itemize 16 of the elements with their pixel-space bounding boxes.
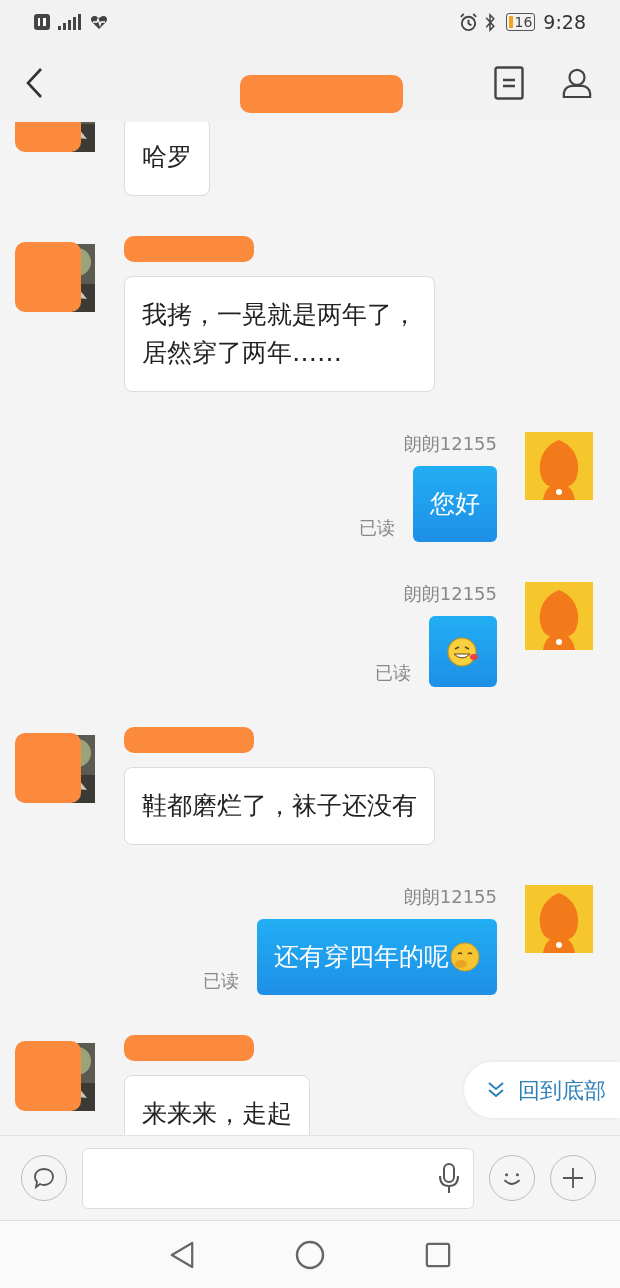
message-line: 居然穿了两年…… — [142, 337, 343, 369]
message-line: 我拷，一晃就是两年了， — [142, 299, 417, 331]
sender-name: 朗朗12155 — [403, 885, 497, 909]
read-receipt: 已读 — [203, 969, 239, 993]
jump-to-bottom-button[interactable]: 回到底部 — [464, 1062, 620, 1118]
message-line: 哈罗 — [142, 141, 192, 173]
read-receipt: 已读 — [359, 516, 395, 540]
clock-time: 9:28 — [543, 9, 586, 35]
sender-name: 朗朗12155 — [403, 582, 497, 606]
message-line: 鞋都磨烂了，袜子还没有 — [142, 790, 417, 822]
message-text: 还有穿四年的呢 — [274, 941, 449, 973]
battery-indicator: 16 — [505, 13, 536, 31]
message-line: 来来来，走起 — [142, 1098, 292, 1130]
message-text: 您好 — [430, 488, 480, 520]
sender-name: 朗朗12155 — [403, 432, 497, 456]
read-receipt: 已读 — [375, 661, 411, 685]
